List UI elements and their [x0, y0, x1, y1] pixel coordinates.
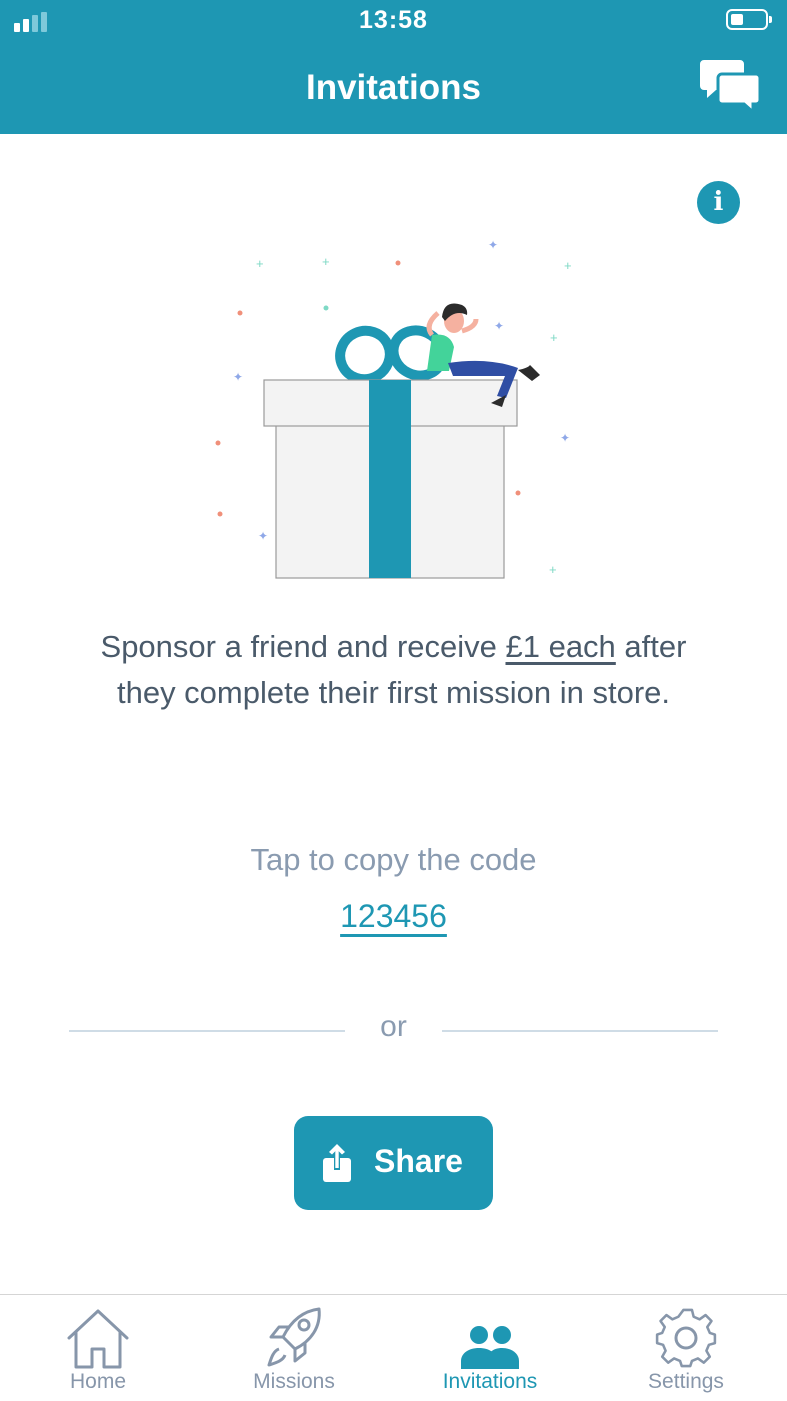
svg-text:✦: ✦ [560, 431, 570, 445]
divider-right [442, 1030, 718, 1032]
status-time: 13:58 [359, 6, 428, 34]
share-icon [323, 1144, 351, 1182]
description-text-1: Sponsor a friend and receive [100, 629, 506, 664]
svg-text:✦: ✦ [258, 529, 268, 543]
svg-text:✦: ✦ [494, 319, 504, 333]
svg-text:+: + [550, 330, 558, 345]
tab-home[interactable]: Home [0, 1295, 196, 1401]
copy-hint-text: Tap to copy the code [250, 842, 537, 877]
svg-text:+: + [549, 562, 557, 577]
rocket-icon [267, 1307, 321, 1367]
reward-amount: £1 each [505, 629, 616, 664]
bottom-tab-bar: Home Missions Invitations Settings [0, 1294, 787, 1401]
tab-settings-label: Settings [648, 1370, 724, 1393]
svg-text:✦: ✦ [233, 370, 243, 384]
divider-or-text: or [380, 1010, 407, 1043]
tab-invitations[interactable]: Invitations [392, 1295, 588, 1401]
tab-missions-label: Missions [253, 1370, 335, 1393]
sponsor-description: Sponsor a friend and receive £1 each aft… [90, 624, 697, 716]
page-title: Invitations [305, 68, 482, 107]
info-button[interactable]: i [697, 181, 740, 224]
chat-icon[interactable] [700, 56, 762, 114]
gift-illustration: + + ✦ + ✦ + ✦ ✦ ✦ + [215, 238, 572, 579]
svg-text:+: + [322, 254, 330, 269]
invite-code[interactable]: 123456 [340, 898, 447, 934]
invite-code-link[interactable]: 123456 [0, 898, 787, 935]
app-header: 13:58 Invitations [0, 0, 787, 134]
share-label: Share [374, 1143, 463, 1179]
tab-invitations-label: Invitations [442, 1370, 538, 1393]
tab-missions[interactable]: Missions [196, 1295, 392, 1401]
battery-icon [726, 9, 772, 30]
people-icon [461, 1326, 519, 1369]
tab-settings[interactable]: Settings [588, 1295, 784, 1401]
home-icon [67, 1309, 129, 1369]
svg-text:+: + [564, 258, 572, 273]
svg-text:+: + [256, 256, 264, 271]
gear-icon [655, 1308, 717, 1368]
svg-text:✦: ✦ [488, 238, 498, 252]
tab-home-label: Home [69, 1370, 127, 1393]
share-button[interactable]: Share [294, 1116, 493, 1210]
